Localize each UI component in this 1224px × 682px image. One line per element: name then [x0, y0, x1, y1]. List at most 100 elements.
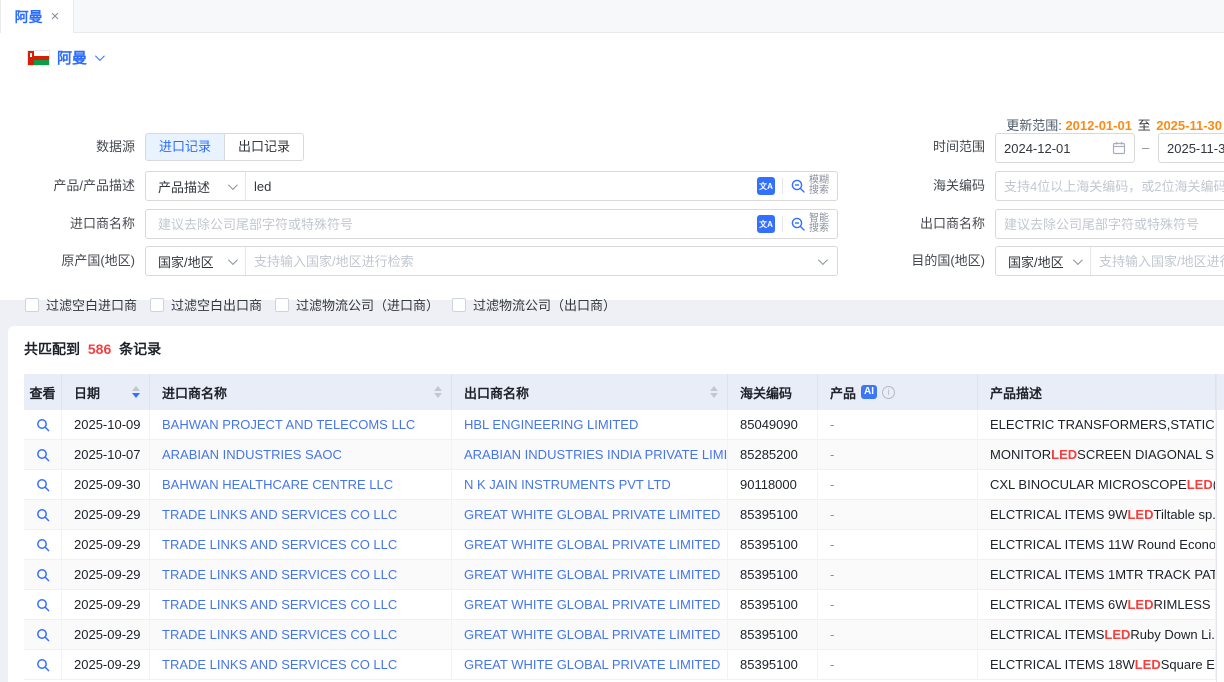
desc-text: ELECTRIC TRANSFORMERS,STATIC C... [990, 417, 1216, 432]
tab-oman[interactable]: 阿曼 × [0, 0, 74, 33]
importer-link[interactable]: TRADE LINKS AND SERVICES CO LLC [162, 597, 397, 612]
table-scrollbar[interactable] [1216, 374, 1224, 682]
hs-code-cell: 90118000 [728, 470, 818, 499]
destination-label: 目的国(地区) [862, 246, 985, 276]
importer-link[interactable]: TRADE LINKS AND SERVICES CO LLC [162, 627, 397, 642]
date-cell: 2025-09-29 [62, 620, 150, 649]
importer-link[interactable]: TRADE LINKS AND SERVICES CO LLC [162, 537, 397, 552]
exporter-link[interactable]: GREAT WHITE GLOBAL PRIVATE LIMITED [464, 627, 720, 642]
product-type-select[interactable]: 产品描述 [146, 172, 246, 200]
tab-import-records[interactable]: 进口记录 [146, 134, 224, 160]
col-header-importer: 进口商名称 [150, 374, 452, 410]
view-record-icon[interactable] [36, 568, 50, 582]
sort-control-importer[interactable] [434, 386, 442, 398]
fuzzy-search-button[interactable]: 模糊 搜索 [790, 176, 829, 196]
origin-country-input[interactable] [246, 247, 818, 275]
date-from-input[interactable]: 2024-12-01 [995, 133, 1135, 163]
close-icon[interactable]: × [51, 9, 60, 24]
exporter-link[interactable]: GREAT WHITE GLOBAL PRIVATE LIMITED [464, 507, 720, 522]
sort-caret-up-icon[interactable] [710, 386, 718, 391]
filter-checkbox[interactable]: 过滤空白进口商 [25, 295, 137, 314]
translate-icon[interactable]: 文A [757, 177, 775, 195]
sort-caret-down-icon[interactable] [710, 393, 718, 398]
smart-search-button[interactable]: 智能 搜索 [790, 214, 829, 234]
hs-code-cell: 85395100 [728, 500, 818, 529]
importer-cell: TRADE LINKS AND SERVICES CO LLC [150, 620, 452, 649]
importer-link[interactable]: ARABIAN INDUSTRIES SAOC [162, 447, 342, 462]
importer-link[interactable]: BAHWAN PROJECT AND TELECOMS LLC [162, 417, 415, 432]
desc-text: SCREEN DIAGONAL S... [1077, 447, 1216, 462]
exporter-link[interactable]: N K JAIN INSTRUMENTS PVT LTD [464, 477, 671, 492]
importer-link[interactable]: TRADE LINKS AND SERVICES CO LLC [162, 507, 397, 522]
country-selector[interactable]: 阿曼 [28, 47, 102, 68]
view-record-icon[interactable] [36, 418, 50, 432]
product-value: - [830, 567, 834, 582]
hs-code-cell: 85285200 [728, 440, 818, 469]
filter-checkbox[interactable]: 过滤物流公司（出口商） [452, 295, 616, 314]
product-value: - [830, 447, 834, 462]
table-row: 2025-09-29TRADE LINKS AND SERVICES CO LL… [24, 560, 1216, 590]
checkbox-icon[interactable] [150, 298, 164, 312]
importer-link[interactable]: BAHWAN HEALTHCARE CENTRE LLC [162, 477, 393, 492]
importer-cell: BAHWAN HEALTHCARE CENTRE LLC [150, 470, 452, 499]
time-range-label: 时间范围 [862, 133, 985, 161]
chevron-down-icon [95, 51, 105, 61]
sort-caret-down-icon[interactable] [434, 393, 442, 398]
hs-code-input[interactable] [996, 172, 1224, 200]
match-suffix: 条记录 [119, 341, 161, 357]
checkbox-icon[interactable] [452, 298, 466, 312]
view-record-icon[interactable] [36, 598, 50, 612]
table-row: 2025-10-07ARABIAN INDUSTRIES SAOCARABIAN… [24, 440, 1216, 470]
view-record-icon[interactable] [36, 478, 50, 492]
search-icon [790, 216, 806, 232]
table-body: 2025-10-09BAHWAN PROJECT AND TELECOMS LL… [24, 410, 1216, 680]
hs-code-input-wrap [995, 171, 1224, 201]
tab-bar: 阿曼 × [0, 0, 1224, 33]
checkbox-icon[interactable] [275, 298, 289, 312]
exporter-input[interactable] [996, 210, 1224, 238]
date-range-separator: – [1142, 133, 1149, 163]
view-record-icon[interactable] [36, 628, 50, 642]
match-summary: 共匹配到 586 条记录 [24, 339, 161, 359]
sort-caret-up-icon[interactable] [132, 386, 140, 391]
sort-control-date[interactable] [132, 386, 140, 398]
origin-country-select[interactable]: 国家/地区 [146, 247, 246, 275]
tab-title: 阿曼 [15, 7, 43, 27]
view-record-icon[interactable] [36, 508, 50, 522]
importer-link[interactable]: TRADE LINKS AND SERVICES CO LLC [162, 657, 397, 672]
checkbox-label: 过滤物流公司（进口商） [296, 295, 439, 314]
importer-link[interactable]: TRADE LINKS AND SERVICES CO LLC [162, 567, 397, 582]
destination-select-value: 国家/地区 [1008, 252, 1064, 271]
sort-caret-up-icon[interactable] [434, 386, 442, 391]
exporter-link[interactable]: GREAT WHITE GLOBAL PRIVATE LIMITED [464, 657, 720, 672]
desc-highlight: LED [1127, 597, 1153, 612]
info-icon[interactable]: i [882, 386, 895, 399]
product-input[interactable] [246, 172, 757, 200]
translate-icon[interactable]: 文A [757, 215, 775, 233]
sort-control-exporter[interactable] [710, 386, 718, 398]
filter-checkbox[interactable]: 过滤物流公司（进口商） [275, 295, 439, 314]
exporter-link[interactable]: HBL ENGINEERING LIMITED [464, 417, 638, 432]
col-header-hs: 海关编码 [728, 374, 818, 410]
exporter-link[interactable]: ARABIAN INDUSTRIES INDIA PRIVATE LIMIT..… [464, 447, 728, 462]
view-record-icon[interactable] [36, 658, 50, 672]
search-icon [790, 178, 806, 194]
hs-code-cell: 85395100 [728, 650, 818, 679]
sort-caret-down-icon[interactable] [132, 393, 140, 398]
destination-input[interactable] [1091, 247, 1224, 275]
importer-input[interactable] [146, 210, 757, 238]
exporter-link[interactable]: GREAT WHITE GLOBAL PRIVATE LIMITED [464, 537, 720, 552]
exporter-link[interactable]: GREAT WHITE GLOBAL PRIVATE LIMITED [464, 597, 720, 612]
chevron-down-icon [228, 255, 238, 265]
tab-export-records[interactable]: 出口记录 [224, 134, 303, 160]
destination-select[interactable]: 国家/地区 [996, 247, 1091, 275]
view-record-icon[interactable] [36, 538, 50, 552]
exporter-link[interactable]: GREAT WHITE GLOBAL PRIVATE LIMITED [464, 567, 720, 582]
table-row: 2025-09-30BAHWAN HEALTHCARE CENTRE LLCN … [24, 470, 1216, 500]
filter-checkbox[interactable]: 过滤空白出口商 [150, 295, 262, 314]
desc-text: Square E... [1161, 657, 1216, 672]
update-range-to-word: 至 [1138, 118, 1151, 133]
date-to-input[interactable]: 2025-11-30 [1158, 133, 1224, 163]
view-record-icon[interactable] [36, 448, 50, 462]
checkbox-icon[interactable] [25, 298, 39, 312]
